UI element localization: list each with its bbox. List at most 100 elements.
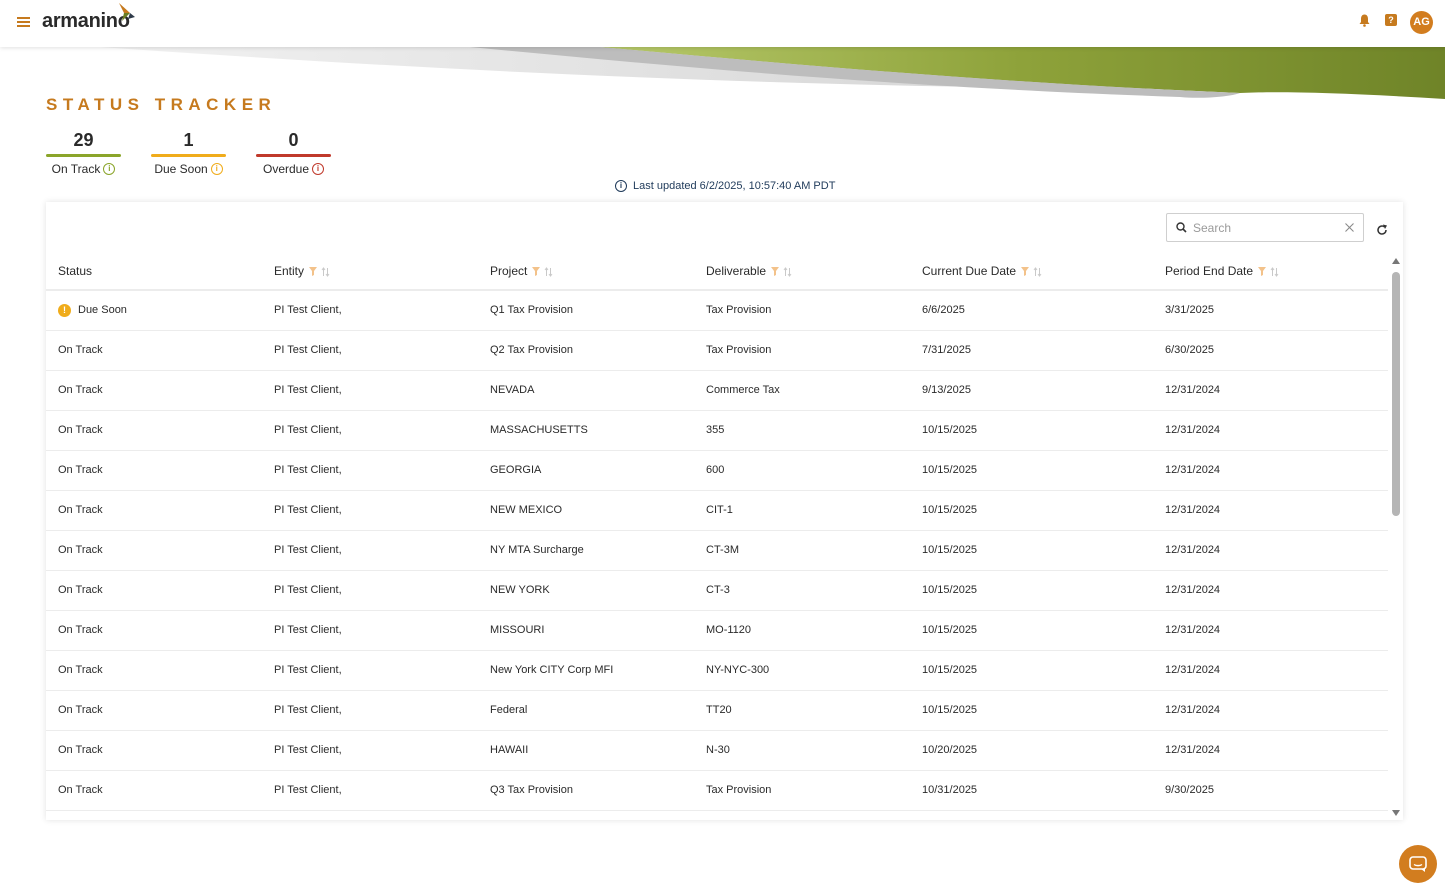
sort-icon[interactable] bbox=[321, 266, 330, 277]
status-cell: On Track bbox=[46, 450, 262, 491]
sort-icon[interactable] bbox=[783, 266, 792, 277]
status-cell: On Track bbox=[46, 690, 262, 731]
sort-icon[interactable] bbox=[1033, 266, 1042, 277]
entity-cell: PI Test Client, bbox=[262, 450, 478, 491]
column-header-entity[interactable]: Entity bbox=[262, 253, 478, 291]
entity-cell: PI Test Client, bbox=[262, 650, 478, 691]
table-row[interactable]: On Track PI Test Client, NEW MEXICO CIT-… bbox=[46, 490, 1388, 531]
deliverable-cell: TT20 bbox=[694, 690, 910, 731]
column-header-label: Period End Date bbox=[1165, 264, 1254, 278]
stat-bar bbox=[151, 154, 226, 157]
table-row[interactable]: On Track PI Test Client, Q2 Tax Provisio… bbox=[46, 330, 1388, 371]
due-date-cell: 6/6/2025 bbox=[910, 290, 1153, 331]
project-cell: MISSOURI bbox=[478, 610, 694, 651]
refresh-icon[interactable] bbox=[1376, 224, 1388, 236]
filter-icon[interactable] bbox=[1258, 266, 1267, 276]
due-date-cell: 9/13/2025 bbox=[910, 370, 1153, 411]
status-table: Status Entity Project Deliverable Curren… bbox=[46, 253, 1388, 811]
status-cell: On Track bbox=[46, 610, 262, 651]
period-end-cell: 12/31/2024 bbox=[1153, 650, 1388, 691]
stat-on-track[interactable]: 29 On Track i bbox=[46, 130, 121, 176]
stat-bar bbox=[46, 154, 121, 157]
table-row[interactable]: On Track PI Test Client, New York CITY C… bbox=[46, 650, 1388, 691]
deliverable-cell: MO-1120 bbox=[694, 610, 910, 651]
entity-cell: PI Test Client, bbox=[262, 290, 478, 331]
filter-icon[interactable] bbox=[309, 266, 318, 276]
entity-cell: PI Test Client, bbox=[262, 410, 478, 451]
filter-icon[interactable] bbox=[532, 266, 541, 276]
status-cell: On Track bbox=[46, 650, 262, 691]
due-date-cell: 10/15/2025 bbox=[910, 610, 1153, 651]
table-row[interactable]: On Track PI Test Client, GEORGIA 600 10/… bbox=[46, 450, 1388, 491]
scroll-thumb[interactable] bbox=[1392, 272, 1400, 516]
due-date-cell: 10/15/2025 bbox=[910, 450, 1153, 491]
entity-cell: PI Test Client, bbox=[262, 330, 478, 371]
stat-count: 0 bbox=[288, 130, 299, 150]
project-cell: NEW YORK bbox=[478, 570, 694, 611]
chat-launcher-button[interactable] bbox=[1399, 845, 1437, 883]
logo-mark-icon bbox=[119, 3, 135, 21]
column-header-deliverable[interactable]: Deliverable bbox=[694, 253, 910, 291]
status-cell: On Track bbox=[46, 410, 262, 451]
due-date-cell: 10/15/2025 bbox=[910, 490, 1153, 531]
table-row[interactable]: On Track PI Test Client, MISSOURI MO-112… bbox=[46, 610, 1388, 651]
chat-icon bbox=[1409, 856, 1427, 872]
period-end-cell: 12/31/2024 bbox=[1153, 410, 1388, 451]
last-updated: i Last updated 6/2/2025, 10:57:40 AM PDT bbox=[615, 180, 835, 192]
period-end-cell: 6/30/2025 bbox=[1153, 330, 1388, 371]
period-end-cell: 9/30/2025 bbox=[1153, 770, 1388, 811]
filter-icon[interactable] bbox=[771, 266, 780, 276]
info-icon[interactable]: i bbox=[103, 163, 116, 175]
search-placeholder: Search bbox=[1193, 220, 1232, 235]
stat-bar bbox=[256, 154, 331, 157]
table-scrollbar[interactable] bbox=[1389, 258, 1403, 820]
deliverable-cell: 355 bbox=[694, 410, 910, 451]
status-cell: ! Due Soon bbox=[46, 290, 262, 331]
table-row[interactable]: ! Due Soon PI Test Client, Q1 Tax Provisi… bbox=[46, 290, 1388, 331]
table-row[interactable]: On Track PI Test Client, Federal TT20 10… bbox=[46, 690, 1388, 731]
info-icon[interactable]: i bbox=[210, 163, 223, 175]
hamburger-menu-icon[interactable] bbox=[17, 17, 30, 28]
column-header-period-end-date[interactable]: Period End Date bbox=[1153, 253, 1388, 291]
table-row[interactable]: On Track PI Test Client, HAWAII N-30 10/… bbox=[46, 730, 1388, 771]
project-cell: Q3 Tax Provision bbox=[478, 770, 694, 811]
last-updated-text: Last updated 6/2/2025, 10:57:40 AM PDT bbox=[633, 180, 836, 192]
search-icon bbox=[1176, 222, 1187, 233]
deliverable-cell: CT-3 bbox=[694, 570, 910, 611]
clear-icon[interactable] bbox=[1345, 223, 1354, 232]
sort-icon[interactable] bbox=[1270, 266, 1279, 277]
due-date-cell: 7/31/2025 bbox=[910, 330, 1153, 371]
scroll-up-arrow-icon[interactable] bbox=[1392, 258, 1400, 264]
status-table-card: Search Status Entity Project Deliverable… bbox=[46, 202, 1403, 820]
column-header-current-due-date[interactable]: Current Due Date bbox=[910, 253, 1153, 291]
bell-icon[interactable] bbox=[1359, 14, 1370, 27]
stat-count: 29 bbox=[73, 130, 94, 150]
column-header-label: Deliverable bbox=[706, 264, 767, 278]
column-header-project[interactable]: Project bbox=[478, 253, 694, 291]
column-header-status[interactable]: Status bbox=[46, 253, 262, 291]
column-header-label: Status bbox=[58, 264, 93, 278]
info-icon[interactable]: i bbox=[312, 163, 325, 175]
column-header-label: Entity bbox=[274, 264, 305, 278]
user-avatar[interactable]: AG bbox=[1410, 11, 1433, 34]
period-end-cell: 12/31/2024 bbox=[1153, 370, 1388, 411]
page-title: STATUS TRACKER bbox=[46, 95, 277, 114]
table-row[interactable]: On Track PI Test Client, NY MTA Surcharg… bbox=[46, 530, 1388, 571]
stat-due-soon[interactable]: 1 Due Soon i bbox=[151, 130, 226, 176]
search-input[interactable]: Search bbox=[1166, 213, 1364, 242]
sort-icon[interactable] bbox=[544, 266, 553, 277]
table-row[interactable]: On Track PI Test Client, NEW YORK CT-3 1… bbox=[46, 570, 1388, 611]
status-cell: On Track bbox=[46, 570, 262, 611]
status-cell: On Track bbox=[46, 370, 262, 411]
help-icon[interactable]: ? bbox=[1385, 14, 1397, 26]
stat-overdue[interactable]: 0 Overdue i bbox=[256, 130, 331, 176]
table-header-row: Status Entity Project Deliverable Curren… bbox=[46, 253, 1388, 291]
project-cell: New York CITY Corp MFI bbox=[478, 650, 694, 691]
table-row[interactable]: On Track PI Test Client, Q3 Tax Provisio… bbox=[46, 770, 1388, 811]
table-row[interactable]: On Track PI Test Client, MASSACHUSETTS 3… bbox=[46, 410, 1388, 451]
header-banner-graphic bbox=[100, 47, 1445, 99]
table-row[interactable]: On Track PI Test Client, NEVADA Commerce… bbox=[46, 370, 1388, 411]
filter-icon[interactable] bbox=[1021, 266, 1030, 276]
scroll-down-arrow-icon[interactable] bbox=[1392, 810, 1400, 816]
status-cell: On Track bbox=[46, 490, 262, 531]
